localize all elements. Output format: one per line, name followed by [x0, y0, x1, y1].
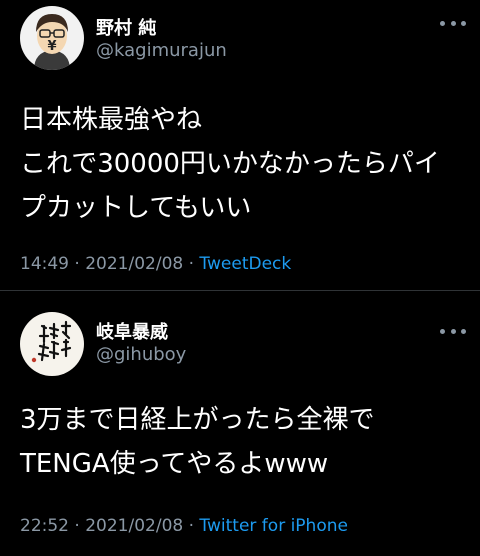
display-name[interactable]: 野村 純: [96, 14, 156, 40]
tweet-meta: 22:52 · 2021/02/08 · Twitter for iPhone: [20, 516, 348, 536]
user-handle[interactable]: @kagimurajun: [96, 40, 227, 61]
tweet-date[interactable]: 2021/02/08: [85, 516, 183, 536]
yen-face-avatar-icon: ¥: [20, 6, 84, 70]
meta-separator: ·: [188, 516, 195, 536]
tweet-time[interactable]: 14:49: [20, 254, 69, 274]
display-name[interactable]: 岐阜暴威: [96, 318, 168, 344]
user-handle[interactable]: @gihuboy: [96, 344, 186, 365]
calligraphy-avatar-icon: [20, 312, 84, 376]
more-options-icon[interactable]: [440, 324, 466, 338]
tweet[interactable]: ¥ 野村 純 @kagimurajun 日本株最強やね これで30000円いかな…: [0, 0, 480, 291]
tweet-text-line: これで30000円いかなかったらパイ: [20, 149, 440, 179]
tweet-text-line: TENGA使ってやるよwww: [20, 449, 329, 479]
avatar[interactable]: ¥: [20, 6, 84, 70]
tweet-time[interactable]: 22:52: [20, 516, 69, 536]
meta-separator: ·: [188, 254, 195, 274]
tweet-source-link[interactable]: TweetDeck: [199, 254, 291, 274]
svg-text:¥: ¥: [47, 39, 56, 54]
tweet-text-line: 3万まで日経上がったら全裸で: [20, 405, 375, 435]
meta-separator: ·: [74, 254, 80, 274]
tweet-date[interactable]: 2021/02/08: [85, 254, 183, 274]
tweet-source-link[interactable]: Twitter for iPhone: [199, 516, 348, 536]
tweet-text-line: 日本株最強やね: [20, 105, 203, 135]
tweet-text: 日本株最強やね これで30000円いかなかったらパイ プカットしてもいい: [20, 98, 470, 230]
tweet-text-line: プカットしてもいい: [20, 193, 252, 223]
tweet[interactable]: 岐阜暴威 @gihuboy 3万まで日経上がったら全裸で TENGA使ってやるよ…: [0, 292, 480, 556]
avatar[interactable]: [20, 312, 84, 376]
tweet-divider: [0, 290, 480, 291]
more-options-icon[interactable]: [440, 16, 466, 30]
tweet-text: 3万まで日経上がったら全裸で TENGA使ってやるよwww: [20, 398, 470, 486]
meta-separator: ·: [74, 516, 80, 536]
tweet-meta: 14:49 · 2021/02/08 · TweetDeck: [20, 254, 291, 274]
